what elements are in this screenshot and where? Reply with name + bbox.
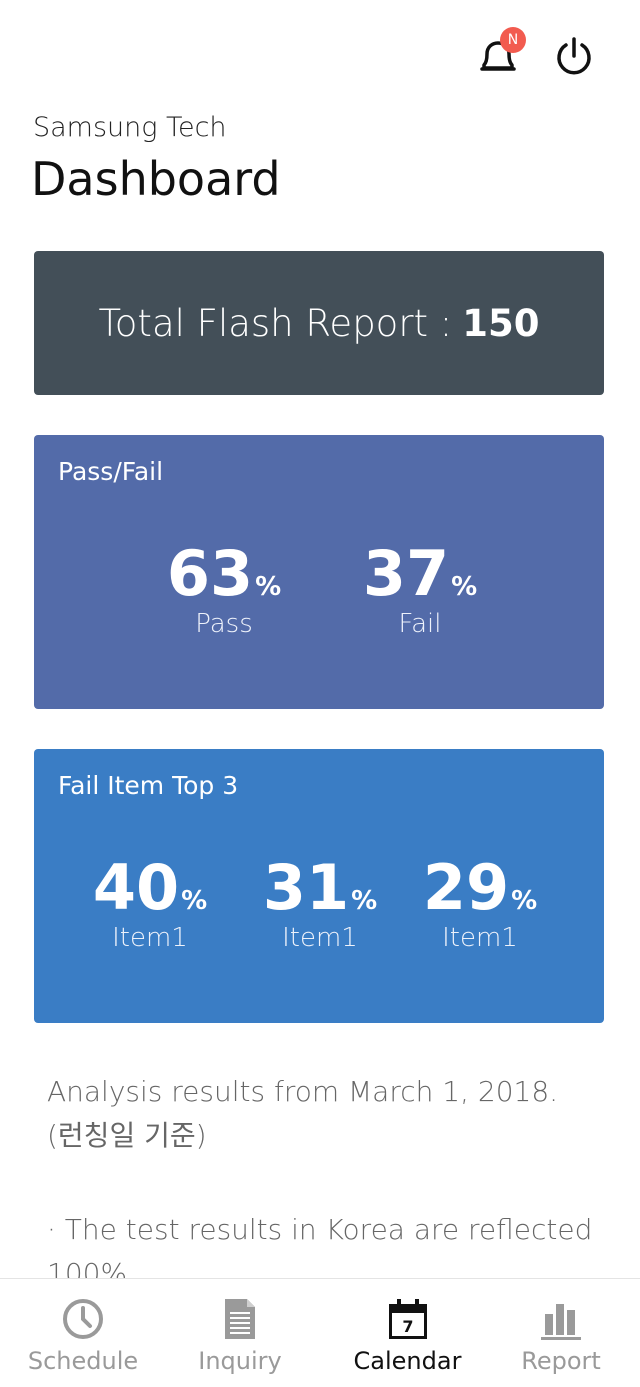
fail-value: 37 [362,537,450,610]
tab-inquiry-label: Inquiry [198,1347,282,1375]
calendar-icon: 7 [388,1299,427,1339]
total-value: 150 [462,301,540,345]
clock-icon [63,1299,103,1339]
total-label: Total Flash Report : [98,301,453,345]
bar-chart-icon [541,1304,581,1340]
fail-item-stat: 31% Item1 [260,857,380,954]
fail-item-stat: 29% Item1 [420,857,540,954]
fail-item-label: Item1 [282,923,358,953]
bottom-tab-bar: Schedule Inquiry 7 Calendar Report [0,1278,640,1387]
pass-stat: 63% Pass [164,543,284,640]
fail-item-value: 31 [262,851,350,924]
fail-item-label: Item1 [112,923,188,953]
power-icon[interactable] [552,34,596,78]
pass-value: 63 [166,537,254,610]
korea-results-note: · The test results in Korea are reflecte… [47,1213,593,1278]
top-bar: N [0,0,640,110]
fail-top3-title: Fail Item Top 3 [58,771,239,800]
calendar-day: 7 [402,1317,413,1336]
analysis-basis-text: (런칭일 기준) [47,1119,207,1152]
pass-fail-card[interactable]: Pass/Fail 63% Pass 37% Fail [34,435,604,709]
fail-item-stat: 40% Item1 [90,857,210,954]
company-name: Samsung Tech [33,112,227,143]
fail-unit: % [451,572,478,602]
tab-report-label: Report [521,1347,601,1375]
page-title: Dashboard [31,152,281,206]
tab-calendar[interactable]: 7 Calendar [340,1279,475,1387]
tab-schedule-label: Schedule [27,1347,139,1375]
tab-schedule[interactable]: Schedule [18,1279,148,1387]
analysis-note: Analysis results from March 1, 2018. (런칭… [47,1070,558,1158]
pass-unit: % [255,572,282,602]
total-flash-report-card[interactable]: Total Flash Report : 150 [34,251,604,395]
tab-calendar-label: Calendar [353,1347,462,1375]
fail-item-unit: % [511,886,538,916]
fail-item-value: 40 [92,851,180,924]
notification-badge: N [500,27,526,53]
pass-label: Pass [195,609,253,639]
fail-stat: 37% Fail [360,543,480,640]
fail-item-label: Item1 [442,923,518,953]
tab-report[interactable]: Report [502,1279,620,1387]
document-icon [225,1299,255,1339]
fail-item-value: 29 [422,851,510,924]
fail-item-unit: % [351,886,378,916]
fail-label: Fail [398,609,442,639]
pass-fail-title: Pass/Fail [58,457,164,486]
analysis-date-text: Analysis results from March 1, 2018. [47,1075,559,1108]
fail-item-unit: % [181,886,208,916]
tab-inquiry[interactable]: Inquiry [180,1279,300,1387]
fail-item-top3-card[interactable]: Fail Item Top 3 40% Item1 31% Item1 29% … [34,749,604,1023]
